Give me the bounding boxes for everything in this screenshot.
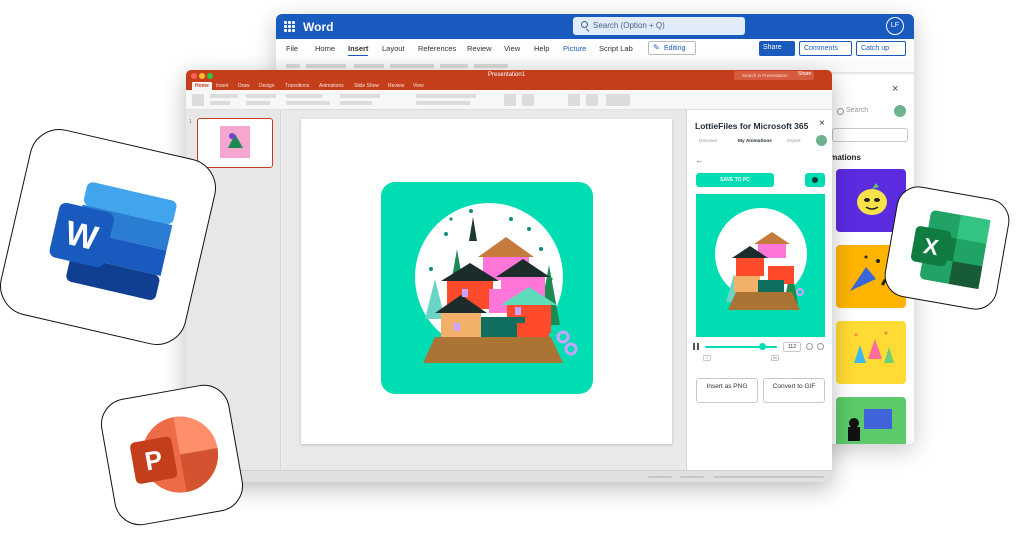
tab-picture[interactable]: Picture (563, 44, 586, 53)
powerpoint-window: Presentation1 Search in Presentation Hom… (186, 70, 832, 482)
animation-player-controls: 112 1 5s (693, 342, 829, 362)
word-app-name: Word (303, 20, 334, 34)
tab-discover[interactable]: Discover (699, 139, 718, 144)
pane-section-heading: imations (828, 153, 861, 162)
timeline-slider[interactable] (705, 346, 777, 348)
ppt-tab-draw[interactable]: Draw (238, 82, 250, 90)
tab-layout[interactable]: Layout (382, 44, 405, 53)
catch-up-button[interactable]: Catch up (856, 41, 906, 56)
tab-insert[interactable]: Insert (348, 44, 369, 56)
pause-icon[interactable] (693, 343, 699, 350)
pane-avatar[interactable] (894, 105, 906, 117)
slide-thumbnail[interactable] (197, 118, 273, 168)
search-icon (581, 21, 588, 28)
editing-mode-dropdown[interactable]: Editing (648, 41, 696, 55)
frame-input[interactable]: 112 (783, 342, 801, 352)
ppt-share-button[interactable]: Share (798, 71, 811, 77)
share-button-label: Share (763, 44, 782, 51)
slide-number: 1 (189, 119, 192, 125)
comments-button-label: Comments (804, 45, 838, 52)
lottiefiles-pane: LottieFiles for Microsoft 365 × Discover… (686, 110, 832, 470)
slide[interactable] (301, 119, 672, 444)
range-start: 1 (703, 355, 711, 361)
comments-button[interactable]: Comments (799, 41, 852, 56)
share-button[interactable]: Share (759, 41, 795, 56)
word-search-box[interactable]: Search (Option + Q) (573, 17, 745, 35)
convert-to-gif-button[interactable]: Convert to GIF (763, 378, 825, 403)
globe-button[interactable] (805, 173, 825, 187)
ppt-tab-animations[interactable]: Animations (319, 82, 344, 90)
pane-avatar[interactable] (816, 135, 827, 146)
zoom-window-button[interactable] (207, 73, 213, 79)
user-avatar[interactable]: LF (886, 17, 904, 35)
pane-search[interactable]: Search (836, 103, 898, 119)
insert-as-png-button[interactable]: Insert as PNG (696, 378, 758, 403)
ppt-tab-design[interactable]: Design (259, 82, 275, 90)
ppt-tab-insert[interactable]: Insert (216, 82, 229, 90)
powerpoint-app-icon: P (130, 416, 219, 493)
tab-review[interactable]: Review (467, 44, 492, 53)
party-hats-illustration (854, 331, 894, 363)
tab-view[interactable]: View (504, 44, 520, 53)
ppt-ribbon-commands (186, 90, 832, 110)
pane-search-input[interactable] (832, 128, 908, 142)
tab-references[interactable]: References (418, 44, 456, 53)
ppt-tab-slide-show[interactable]: Slide Show (354, 82, 379, 90)
excel-app-icon: X (911, 210, 991, 290)
tree-thumbnail-illustration (228, 133, 243, 148)
ppt-tab-review[interactable]: Review (388, 82, 404, 90)
desk-character-illustration (848, 409, 892, 441)
excel-app-badge: X (881, 182, 1013, 314)
ppt-tab-transitions[interactable]: Transitions (285, 82, 309, 90)
ppt-titlebar: Presentation1 Search in Presentation (186, 70, 832, 82)
pane-title: LottieFiles for Microsoft 365 (695, 121, 809, 131)
tab-import[interactable]: Import (787, 139, 801, 144)
loop-icon[interactable] (806, 343, 813, 350)
word-titlebar: Word Search (Option + Q) LF (276, 14, 914, 39)
tab-help[interactable]: Help (534, 44, 549, 53)
ppt-status-bar (186, 470, 832, 482)
word-search-placeholder: Search (Option + Q) (593, 21, 665, 30)
close-icon[interactable]: × (892, 83, 898, 95)
save-to-pc-button[interactable]: SAVE TO PC (696, 173, 774, 187)
tab-my-animations[interactable]: My Animations (738, 139, 772, 144)
close-window-button[interactable] (191, 73, 197, 79)
word-ribbon-tabs: File Home Insert Layout References Revie… (276, 39, 914, 59)
slide-editing-canvas (282, 110, 686, 470)
tab-script-lab[interactable]: Script Lab (599, 44, 633, 53)
back-arrow-icon[interactable]: ← (695, 155, 704, 165)
snow-globe-preview-illustration (715, 208, 807, 310)
snow-globe-illustration[interactable] (301, 119, 672, 444)
close-icon[interactable]: × (819, 118, 825, 129)
ppt-document-title: Presentation1 (488, 72, 526, 78)
slide-thumbnail-image (220, 126, 250, 158)
powerpoint-app-badge: P (96, 380, 248, 530)
range-end: 5s (771, 355, 779, 361)
minimize-window-button[interactable] (199, 73, 205, 79)
ppt-tab-home[interactable]: Home (192, 82, 212, 90)
settings-icon[interactable] (817, 343, 824, 350)
ppt-tab-view[interactable]: View (413, 82, 424, 90)
animation-card[interactable] (836, 321, 906, 384)
app-launcher-icon[interactable] (284, 21, 295, 32)
timeline-slider-handle[interactable] (759, 343, 766, 350)
tab-file[interactable]: File (286, 44, 298, 53)
animation-preview (696, 194, 825, 337)
animation-card[interactable] (836, 397, 906, 444)
tab-home[interactable]: Home (315, 44, 335, 53)
globe-icon (812, 177, 818, 183)
ppt-ribbon-tabs: Home Insert Draw Design Transitions Anim… (186, 71, 832, 90)
catch-up-button-label: Catch up (861, 45, 890, 52)
editing-mode-label: Editing (664, 45, 686, 52)
